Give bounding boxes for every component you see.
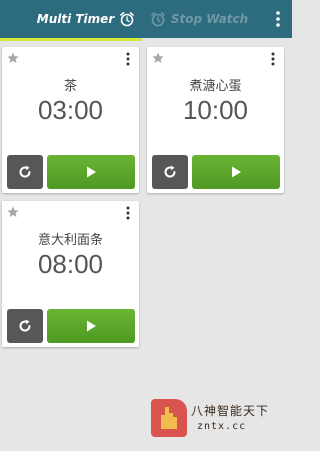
overflow-menu-icon[interactable]	[274, 10, 282, 28]
watermark-logo	[151, 399, 187, 437]
watermark-title: 八神智能天下	[191, 404, 270, 418]
refresh-icon	[164, 165, 176, 178]
timer-card: 意大利面条 08:00	[2, 201, 139, 347]
timer-time: 03:00	[37, 95, 104, 125]
card-menu-icon[interactable]	[270, 52, 276, 66]
site-watermark: 八神智能天下 zntx.cc	[151, 399, 286, 439]
play-button[interactable]	[192, 155, 280, 189]
refresh-icon	[19, 319, 31, 332]
active-tab-indicator	[0, 38, 142, 41]
watermark-url: zntx.cc	[197, 421, 247, 432]
play-icon	[87, 166, 96, 178]
reset-button[interactable]	[7, 309, 43, 343]
tab-multi-timer-label: Multi Timer	[36, 12, 115, 26]
refresh-icon	[19, 165, 31, 178]
alarm-clock-icon	[120, 12, 135, 27]
star-icon[interactable]	[152, 52, 164, 64]
play-icon	[232, 166, 241, 178]
play-button[interactable]	[47, 155, 135, 189]
timer-time: 10:00	[182, 95, 249, 125]
reset-button[interactable]	[7, 155, 43, 189]
timer-name: 意大利面条	[37, 233, 103, 248]
timer-card: 煮溏心蛋 10:00	[147, 47, 284, 193]
star-icon[interactable]	[7, 206, 19, 218]
app-header: Multi Timer Stop Watch	[0, 0, 292, 38]
tab-stop-watch[interactable]: Stop Watch	[146, 0, 252, 38]
tab-multi-timer[interactable]: Multi Timer	[30, 0, 142, 38]
tab-stop-watch-label: Stop Watch	[170, 12, 249, 26]
timer-time: 08:00	[37, 249, 104, 279]
hand-icon	[161, 407, 177, 429]
card-menu-icon[interactable]	[125, 52, 131, 66]
timer-card: 茶 03:00	[2, 47, 139, 193]
reset-button[interactable]	[152, 155, 188, 189]
play-button[interactable]	[47, 309, 135, 343]
timer-name: 煮溏心蛋	[189, 79, 242, 94]
star-icon[interactable]	[7, 52, 19, 64]
alarm-clock-icon	[151, 12, 165, 27]
card-menu-icon[interactable]	[125, 206, 131, 220]
play-icon	[87, 320, 96, 332]
timer-name: 茶	[63, 79, 77, 94]
